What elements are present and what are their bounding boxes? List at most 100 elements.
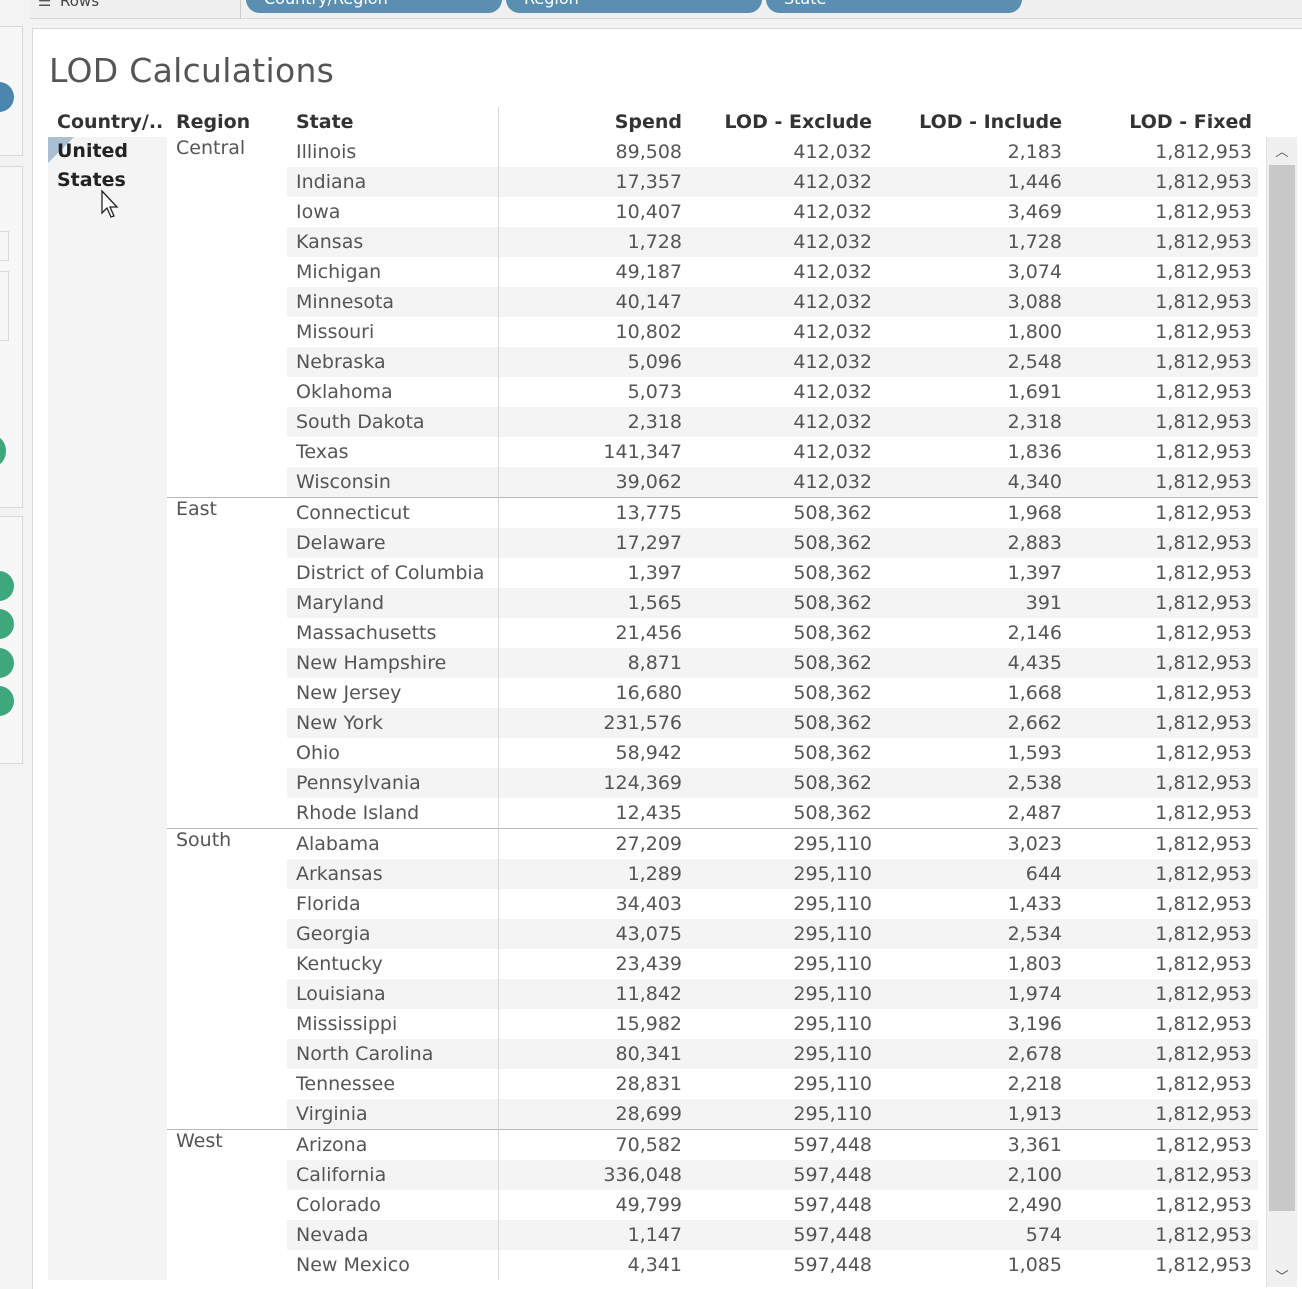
region-cell[interactable]: South xyxy=(167,828,287,1130)
state-cell[interactable]: New Jersey xyxy=(287,678,498,708)
lod-fixed-cell: 1,812,953 xyxy=(1155,201,1252,223)
state-cell[interactable]: Florida xyxy=(287,889,498,919)
lod-include-cell: 1,974 xyxy=(878,979,1068,1009)
state-cell[interactable]: South Dakota xyxy=(287,407,498,437)
state-cell[interactable]: Iowa xyxy=(287,197,498,227)
state-cell[interactable]: New Mexico xyxy=(287,1250,498,1280)
state-cell[interactable]: Missouri xyxy=(287,317,498,347)
lod-include-cell: 1,913 xyxy=(878,1099,1068,1130)
state-cell[interactable]: Kansas xyxy=(287,227,498,257)
state-cell[interactable]: Pennsylvania xyxy=(287,768,498,798)
lod-fixed-cell: 1,812,953 xyxy=(1155,893,1252,915)
lod-fixed-cell: 1,812,953 xyxy=(1068,919,1258,949)
rows-shelf: ☰ Rows Country/Region Region State xyxy=(30,0,1302,19)
state-cell[interactable]: Massachusetts xyxy=(287,618,498,648)
state-cell[interactable]: Nevada xyxy=(287,1220,498,1250)
state-cell[interactable]: Alabama xyxy=(287,828,498,859)
country-cell[interactable]: United States xyxy=(48,137,167,1280)
lod-include-cell: 2,487 xyxy=(1007,802,1062,824)
lod-fixed-cell: 1,812,953 xyxy=(1155,562,1252,584)
state-cell[interactable]: California xyxy=(287,1160,498,1190)
spend-cell: 4,341 xyxy=(497,1250,688,1280)
col-header-lod-fixed[interactable]: LOD - Fixed xyxy=(1068,107,1258,137)
col-header-country[interactable]: Country/.. xyxy=(48,107,167,137)
lod-include-cell: 2,146 xyxy=(1007,622,1062,644)
state-cell[interactable]: Delaware xyxy=(287,528,498,558)
scrollbar-thumb[interactable] xyxy=(1269,165,1295,1211)
lod-include-cell: 2,548 xyxy=(878,347,1068,377)
state-cell[interactable]: Indiana xyxy=(287,167,498,197)
lod-include-cell: 2,183 xyxy=(1007,141,1062,163)
state-cell[interactable]: Virginia xyxy=(287,1099,498,1130)
col-header-spend[interactable]: Spend xyxy=(497,107,688,137)
lod-exclude-cell: 295,110 xyxy=(793,893,872,915)
left-panel-dropdown[interactable] xyxy=(0,231,9,261)
state-cell[interactable]: Arkansas xyxy=(287,859,498,889)
lod-include-cell: 3,023 xyxy=(878,828,1068,859)
lod-exclude-cell: 295,110 xyxy=(688,1099,878,1130)
spend-cell: 23,439 xyxy=(497,949,688,979)
state-cell[interactable]: Connecticut xyxy=(287,497,498,528)
lod-fixed-cell: 1,812,953 xyxy=(1068,467,1258,498)
region-cell[interactable]: Central xyxy=(167,137,287,498)
region-cell[interactable]: West xyxy=(167,1129,287,1280)
state-cell[interactable]: New Hampshire xyxy=(287,648,498,678)
spend-cell: 12,435 xyxy=(497,798,688,829)
lod-fixed-cell: 1,812,953 xyxy=(1068,1160,1258,1190)
country-label: United States xyxy=(57,140,129,191)
col-header-lod-include[interactable]: LOD - Include xyxy=(878,107,1068,137)
lod-include-cell: 2,662 xyxy=(878,708,1068,738)
state-cell[interactable]: Georgia xyxy=(287,919,498,949)
state-cell[interactable]: Louisiana xyxy=(287,979,498,1009)
spend-cell: 15,982 xyxy=(497,1009,688,1039)
lod-fixed-cell: 1,812,953 xyxy=(1155,1194,1252,1216)
col-header-state[interactable]: State xyxy=(287,107,498,137)
lod-exclude-cell: 412,032 xyxy=(688,467,878,498)
lod-include-cell: 2,318 xyxy=(878,407,1068,437)
state-cell[interactable]: Kentucky xyxy=(287,949,498,979)
state-cell[interactable]: Rhode Island xyxy=(287,798,498,829)
pill-country-region[interactable]: Country/Region xyxy=(246,0,502,13)
spend-cell: 231,576 xyxy=(497,708,688,738)
state-cell[interactable]: Tennessee xyxy=(287,1069,498,1099)
state-cell[interactable]: Colorado xyxy=(287,1190,498,1220)
state-cell[interactable]: Nebraska xyxy=(287,347,498,377)
pill-region[interactable]: Region xyxy=(506,0,762,13)
spend-cell: 5,096 xyxy=(497,347,688,377)
spend-cell: 10,802 xyxy=(497,317,688,347)
spend-cell: 80,341 xyxy=(497,1039,688,1069)
state-cell[interactable]: New York xyxy=(287,708,498,738)
state-cell[interactable]: Maryland xyxy=(287,588,498,618)
state-cell[interactable]: Wisconsin xyxy=(287,467,498,498)
spend-cell: 1,565 xyxy=(497,588,688,618)
lod-exclude-cell: 412,032 xyxy=(793,141,872,163)
state-cell[interactable]: Texas xyxy=(287,437,498,467)
state-cell[interactable]: Mississippi xyxy=(287,1009,498,1039)
worksheet: LOD Calculations Country/.. Region State… xyxy=(32,28,1302,1289)
pill-state[interactable]: State xyxy=(766,0,1022,13)
region-cell[interactable]: East xyxy=(167,497,287,829)
lod-exclude-cell: 295,110 xyxy=(688,859,878,889)
vertical-scrollbar[interactable]: ︿ ﹀ xyxy=(1266,137,1297,1287)
state-cell[interactable]: Minnesota xyxy=(287,287,498,317)
state-cell[interactable]: Michigan xyxy=(287,257,498,287)
state-cell[interactable]: Ohio xyxy=(287,738,498,768)
state-cell[interactable]: Illinois xyxy=(287,137,498,167)
chevron-down-icon[interactable]: ﹀ xyxy=(1267,1266,1297,1285)
lod-fixed-cell: 1,812,953 xyxy=(1155,321,1252,343)
state-cell[interactable]: Oklahoma xyxy=(287,377,498,407)
lod-exclude-cell: 597,448 xyxy=(688,1220,878,1250)
lod-include-cell: 2,883 xyxy=(878,528,1068,558)
spend-cell: 27,209 xyxy=(497,828,688,859)
spend-cell: 8,871 xyxy=(497,648,688,678)
lod-exclude-cell: 597,448 xyxy=(688,1160,878,1190)
state-cell[interactable]: Arizona xyxy=(287,1129,498,1160)
col-header-lod-exclude[interactable]: LOD - Exclude xyxy=(688,107,878,137)
lod-exclude-cell: 295,110 xyxy=(793,953,872,975)
lod-fixed-cell: 1,812,953 xyxy=(1068,859,1258,889)
chevron-up-icon[interactable]: ︿ xyxy=(1267,141,1297,160)
state-cell[interactable]: North Carolina xyxy=(287,1039,498,1069)
state-cell[interactable]: District of Columbia xyxy=(287,558,498,588)
spend-cell: 336,048 xyxy=(497,1160,688,1190)
col-header-region[interactable]: Region xyxy=(167,107,287,137)
